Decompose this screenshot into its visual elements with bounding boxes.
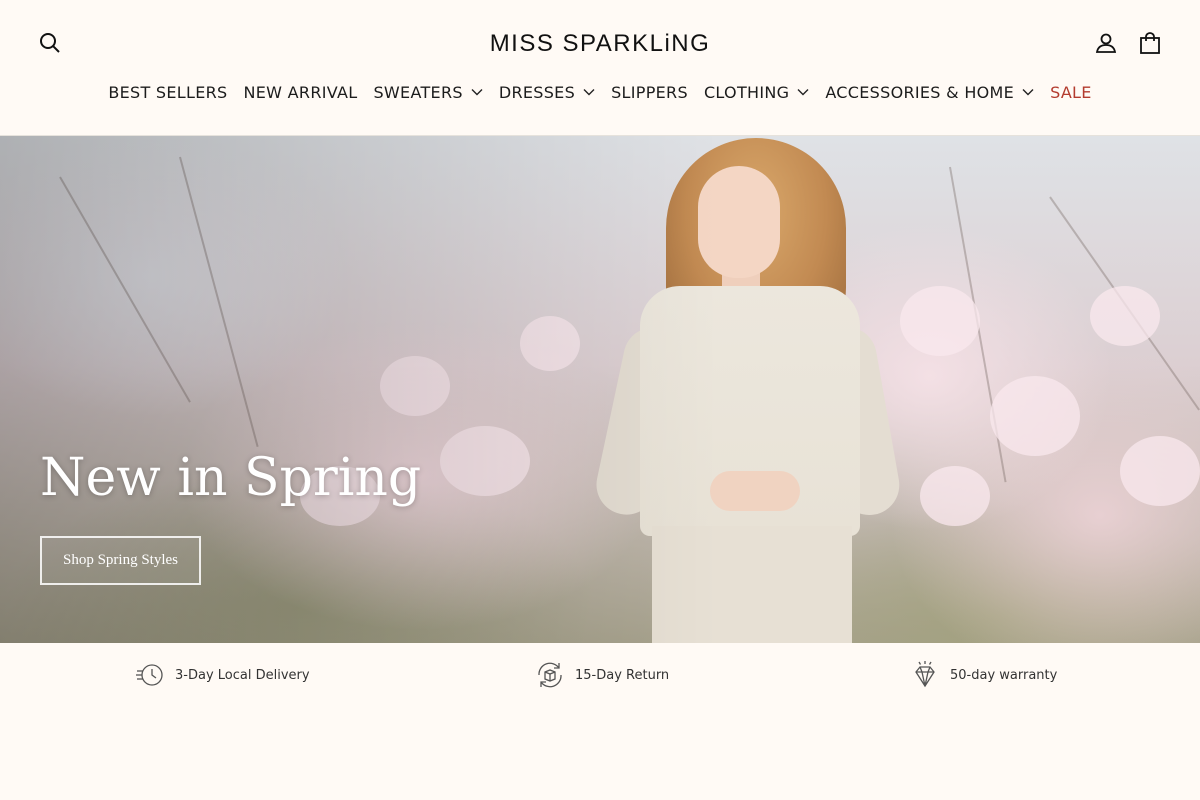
nav-item-label: SLIPPERS bbox=[611, 82, 688, 102]
feature-warranty: 50-day warranty bbox=[910, 660, 1057, 690]
main-nav: BEST SELLERS NEW ARRIVAL SWEATERS DRESSE… bbox=[0, 80, 1200, 104]
nav-item-label: NEW ARRIVAL bbox=[243, 82, 358, 102]
chevron-down-icon bbox=[1022, 88, 1034, 96]
return-box-icon bbox=[535, 660, 565, 690]
nav-item-new-arrival[interactable]: NEW ARRIVAL bbox=[236, 80, 366, 104]
nav-item-best-sellers[interactable]: BEST SELLERS bbox=[100, 80, 235, 104]
nav-item-label: SWEATERS bbox=[373, 82, 463, 102]
account-icon bbox=[1094, 31, 1118, 60]
nav-item-dresses[interactable]: DRESSES bbox=[491, 80, 603, 104]
nav-item-sale[interactable]: SALE bbox=[1042, 80, 1100, 104]
cart-button[interactable] bbox=[1136, 31, 1164, 59]
feature-label: 50-day warranty bbox=[950, 667, 1058, 683]
hero-banner[interactable]: New in Spring Shop Spring Styles bbox=[0, 136, 1200, 643]
shop-spring-styles-button[interactable]: Shop Spring Styles bbox=[40, 536, 201, 585]
chevron-down-icon bbox=[797, 88, 809, 96]
feature-label: 15-Day Return bbox=[575, 667, 670, 683]
cart-icon bbox=[1138, 31, 1162, 60]
account-button[interactable] bbox=[1092, 31, 1120, 59]
chevron-down-icon bbox=[471, 88, 483, 96]
nav-item-label: DRESSES bbox=[498, 82, 576, 102]
nav-item-clothing[interactable]: CLOTHING bbox=[696, 80, 817, 104]
chevron-down-icon bbox=[583, 88, 595, 96]
feature-local-delivery: 3-Day Local Delivery bbox=[135, 660, 310, 690]
nav-item-label: BEST SELLERS bbox=[108, 82, 228, 102]
nav-item-sweaters[interactable]: SWEATERS bbox=[365, 80, 490, 104]
fast-delivery-icon bbox=[135, 660, 165, 690]
nav-item-label: SALE bbox=[1050, 82, 1092, 102]
site-logo[interactable]: MISS SPARKLiNG bbox=[0, 30, 1200, 58]
nav-item-label: CLOTHING bbox=[703, 82, 790, 102]
diamond-icon bbox=[910, 660, 940, 690]
hero-title: New in Spring bbox=[40, 448, 422, 508]
nav-item-slippers[interactable]: SLIPPERS bbox=[603, 80, 696, 104]
nav-item-label: ACCESSORIES & HOME bbox=[825, 82, 1015, 102]
features-bar: 3-Day Local Delivery 15-Day Return 50-da… bbox=[0, 643, 1200, 707]
nav-item-accessories-home[interactable]: ACCESSORIES & HOME bbox=[817, 80, 1042, 104]
feature-return: 15-Day Return bbox=[535, 660, 669, 690]
site-header: MISS SPARKLiNG BEST SELLERS NEW ARRIVAL … bbox=[0, 0, 1200, 136]
feature-label: 3-Day Local Delivery bbox=[175, 667, 310, 683]
